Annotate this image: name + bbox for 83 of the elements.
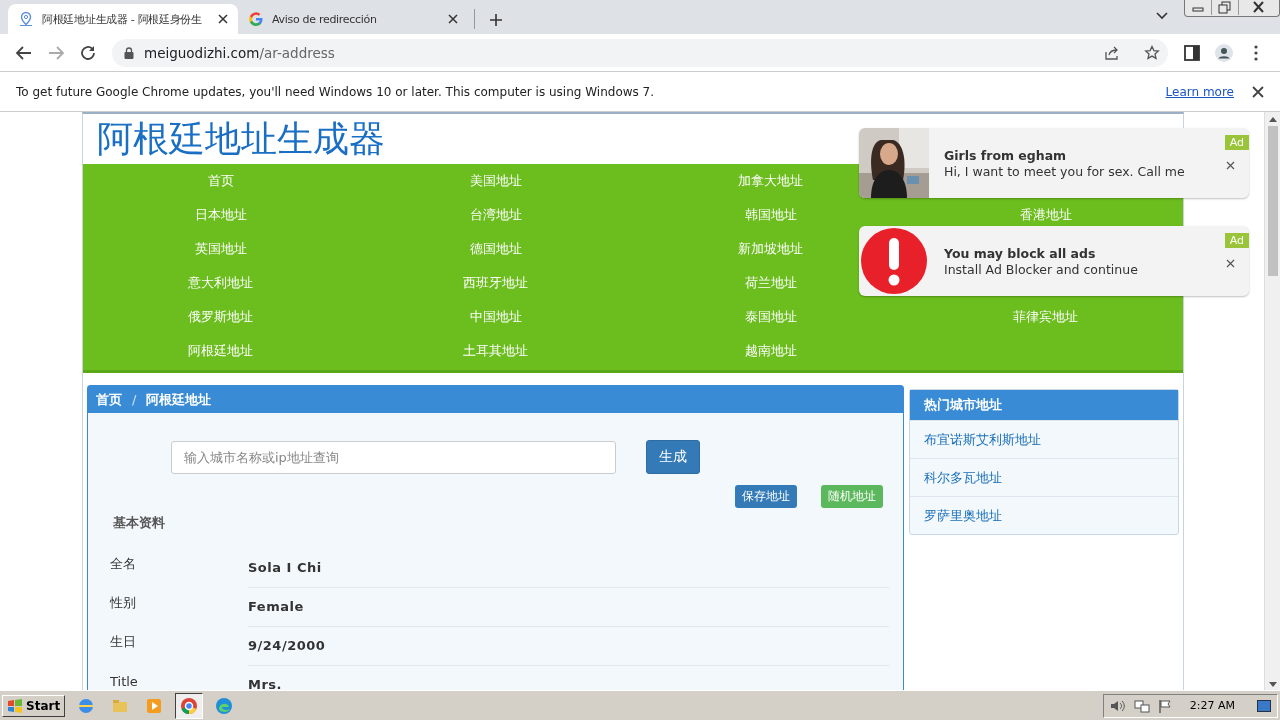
ad-badge: Ad bbox=[1224, 135, 1249, 150]
scroll-down-icon[interactable] bbox=[1268, 682, 1277, 688]
nav-link[interactable]: 越南地址 bbox=[744, 342, 797, 360]
nav-link[interactable]: 香港地址 bbox=[1019, 206, 1072, 224]
close-icon[interactable] bbox=[1226, 259, 1235, 268]
scroll-up-icon[interactable] bbox=[1268, 116, 1277, 122]
profile-icon[interactable] bbox=[1215, 43, 1233, 62]
nav-link[interactable]: 首页 bbox=[207, 172, 234, 190]
show-desktop-icon[interactable] bbox=[1257, 699, 1271, 712]
chrome-icon[interactable] bbox=[180, 696, 199, 715]
nav-link[interactable]: 韩国地址 bbox=[744, 206, 797, 224]
ad-popup[interactable]: Girls from egham Hi, I want to meet you for sex. Call me Ad bbox=[859, 128, 1249, 198]
breadcrumb-link[interactable]: 阿根廷地址 bbox=[146, 390, 212, 409]
field-value: Female bbox=[248, 587, 889, 627]
back-icon[interactable] bbox=[15, 43, 33, 62]
share-icon[interactable] bbox=[1104, 44, 1120, 61]
ad-badge: Ad bbox=[1224, 233, 1249, 248]
field-label: 生日 bbox=[110, 633, 137, 651]
address-bar[interactable]: meiguodizhi.com/ar-address bbox=[112, 38, 1168, 67]
field-label: 性别 bbox=[110, 594, 137, 612]
nav-link[interactable]: 意大利地址 bbox=[188, 274, 253, 292]
nav-link[interactable]: 俄罗斯地址 bbox=[188, 308, 253, 326]
nav-link[interactable]: 新加坡地址 bbox=[738, 240, 803, 258]
info-message: To get future Google Chrome updates, you'll need Windows 10 or later. This computer is using Windows 7. bbox=[16, 84, 656, 99]
close-icon[interactable] bbox=[1252, 85, 1264, 98]
scrollbar[interactable] bbox=[1264, 112, 1280, 690]
search-field[interactable]: 输入城市名称或ip地址查询 bbox=[171, 440, 616, 474]
ad-text: Hi, I want to meet you for sex. Call me bbox=[944, 163, 1185, 179]
star-icon[interactable] bbox=[1144, 44, 1160, 61]
ad-text: Install Ad Blocker and continue bbox=[944, 261, 1138, 277]
close-icon[interactable] bbox=[1226, 161, 1235, 170]
nav-link[interactable]: 菲律宾地址 bbox=[1013, 308, 1078, 326]
sidebar-link[interactable]: 罗萨里奥地址 bbox=[910, 496, 1178, 534]
learn-more-link[interactable]: Learn more bbox=[1165, 84, 1234, 99]
field-label: Title bbox=[110, 673, 139, 689]
generate-button[interactable]: 生成 bbox=[646, 440, 700, 474]
chevron-down-icon[interactable] bbox=[1156, 12, 1168, 20]
nav-link[interactable]: 阿根廷地址 bbox=[188, 342, 253, 360]
browser-tab[interactable]: 阿根廷地址生成器 - 阿根廷身份生 bbox=[8, 4, 238, 34]
speaker-icon[interactable] bbox=[1109, 698, 1126, 713]
save-address-button[interactable]: 保存地址 bbox=[735, 485, 797, 508]
sidebar-title: 热门城市地址 bbox=[910, 390, 1178, 420]
nav-link[interactable]: 加拿大地址 bbox=[738, 172, 803, 190]
reload-icon[interactable] bbox=[79, 43, 97, 62]
google-icon bbox=[248, 11, 264, 27]
nav-link[interactable]: 英国地址 bbox=[194, 240, 247, 258]
clock: 2:27 AM bbox=[1189, 699, 1235, 712]
nav-link[interactable]: 泰国地址 bbox=[744, 308, 797, 326]
new-tab-icon[interactable] bbox=[489, 13, 503, 27]
ad-popup[interactable]: You may block all ads Install Ad Blocker and continue Ad bbox=[859, 226, 1249, 296]
nav-link[interactable]: 台湾地址 bbox=[469, 206, 522, 224]
scrollbar-thumb[interactable] bbox=[1267, 126, 1278, 276]
url-text: meiguodizhi.com/ar-address bbox=[144, 44, 335, 61]
nav-link[interactable]: 德国地址 bbox=[469, 240, 522, 258]
field-label: 全名 bbox=[110, 555, 137, 573]
nav-link[interactable]: 荷兰地址 bbox=[744, 274, 797, 292]
site-logo: 阿根廷地址生成器 bbox=[96, 117, 385, 161]
network-icon[interactable] bbox=[1133, 698, 1150, 713]
sidebar-link[interactable]: 科尔多瓦地址 bbox=[910, 458, 1178, 496]
flag-icon[interactable] bbox=[1157, 698, 1172, 713]
field-value: 9/24/2000 bbox=[248, 626, 889, 666]
close-icon[interactable] bbox=[448, 14, 458, 24]
section-title: 基本资料 bbox=[113, 514, 166, 532]
close-icon[interactable] bbox=[218, 14, 228, 24]
sidebar-link[interactable]: 布宜诺斯艾利斯地址 bbox=[910, 420, 1178, 458]
side-panel-icon[interactable] bbox=[1183, 43, 1201, 62]
windows-logo-icon bbox=[7, 698, 23, 713]
ad-title: You may block all ads bbox=[944, 245, 1097, 261]
start-button[interactable]: Start bbox=[2, 694, 66, 717]
nav-link[interactable]: 西班牙地址 bbox=[463, 274, 528, 292]
map-pin-icon bbox=[18, 11, 34, 27]
random-address-button[interactable]: 随机地址 bbox=[821, 485, 883, 508]
browser-tab[interactable]: Aviso de redirección bbox=[238, 4, 468, 34]
ad-title: Girls from egham bbox=[944, 147, 1068, 163]
alert-icon bbox=[859, 226, 929, 296]
nav-link[interactable]: 美国地址 bbox=[469, 172, 522, 190]
nav-link[interactable]: 中国地址 bbox=[469, 308, 522, 326]
nav-link[interactable]: 日本地址 bbox=[194, 206, 247, 224]
breadcrumb-separator: / bbox=[132, 392, 137, 407]
lock-icon bbox=[124, 46, 134, 59]
nav-link[interactable]: 土耳其地址 bbox=[463, 342, 528, 360]
field-value: Sola I Chi bbox=[248, 548, 889, 588]
breadcrumb-link[interactable]: 首页 bbox=[96, 390, 122, 409]
